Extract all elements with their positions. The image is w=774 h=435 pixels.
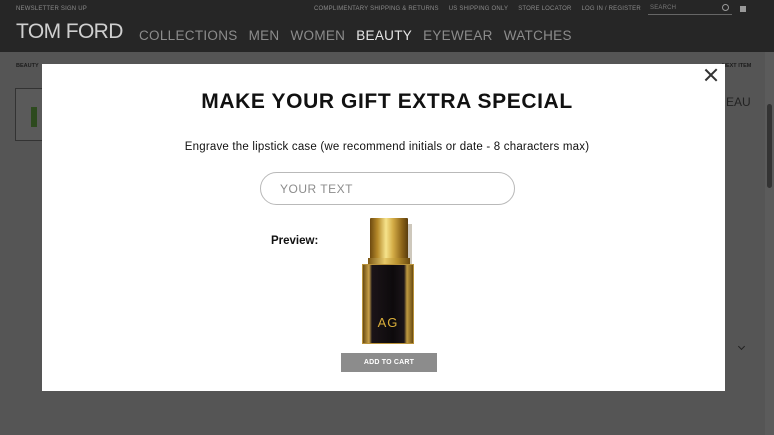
engraving-preview-text: AG xyxy=(377,315,399,330)
nav-beauty[interactable]: BEAUTY xyxy=(356,28,412,43)
preview-label: Preview: xyxy=(271,235,319,247)
nav-watches[interactable]: WATCHES xyxy=(504,28,572,43)
engraving-text-input[interactable] xyxy=(260,172,515,205)
close-icon[interactable] xyxy=(703,67,720,84)
nav-collections[interactable]: COLLECTIONS xyxy=(139,28,238,43)
modal-title: MAKE YOUR GIFT EXTRA SPECIAL xyxy=(201,90,573,113)
shipping-link[interactable]: COMPLIMENTARY SHIPPING & RETURNS xyxy=(314,6,439,12)
next-item-link[interactable]: NEXT ITEM xyxy=(722,63,751,69)
newsletter-link[interactable]: NEWSLETTER SIGN UP xyxy=(16,6,87,12)
modal-instructions: Engrave the lipstick case (we recommend … xyxy=(184,141,590,153)
search-input[interactable]: SEARCH xyxy=(648,4,732,15)
search-icon[interactable] xyxy=(722,4,729,11)
site-header: NEWSLETTER SIGN UP COMPLIMENTARY SHIPPIN… xyxy=(0,0,774,52)
shopping-bag-icon[interactable] xyxy=(740,6,746,12)
add-to-cart-button[interactable]: ADD TO CART xyxy=(341,353,437,372)
tom-ford-logo[interactable]: TOM FORD xyxy=(16,20,123,44)
us-shipping-link[interactable]: US SHIPPING ONLY xyxy=(449,6,508,12)
store-locator-link[interactable]: STORE LOCATOR xyxy=(518,6,571,12)
nav-eyewear[interactable]: EYEWEAR xyxy=(423,28,493,43)
utility-links: COMPLIMENTARY SHIPPING & RETURNS US SHIP… xyxy=(314,6,641,12)
nav-women[interactable]: WOMEN xyxy=(290,28,345,43)
lipstick-preview-image: AG xyxy=(362,218,414,344)
lipstick-case xyxy=(362,264,414,344)
breadcrumb[interactable]: BEAUTY xyxy=(16,63,39,69)
utility-bar: NEWSLETTER SIGN UP COMPLIMENTARY SHIPPIN… xyxy=(0,4,774,15)
nav-men[interactable]: MEN xyxy=(249,28,280,43)
login-link[interactable]: LOG IN / REGISTER xyxy=(581,6,640,12)
search-placeholder: SEARCH xyxy=(650,5,677,11)
main-nav: COLLECTIONS MEN WOMEN BEAUTY EYEWEAR WAT… xyxy=(139,28,572,43)
